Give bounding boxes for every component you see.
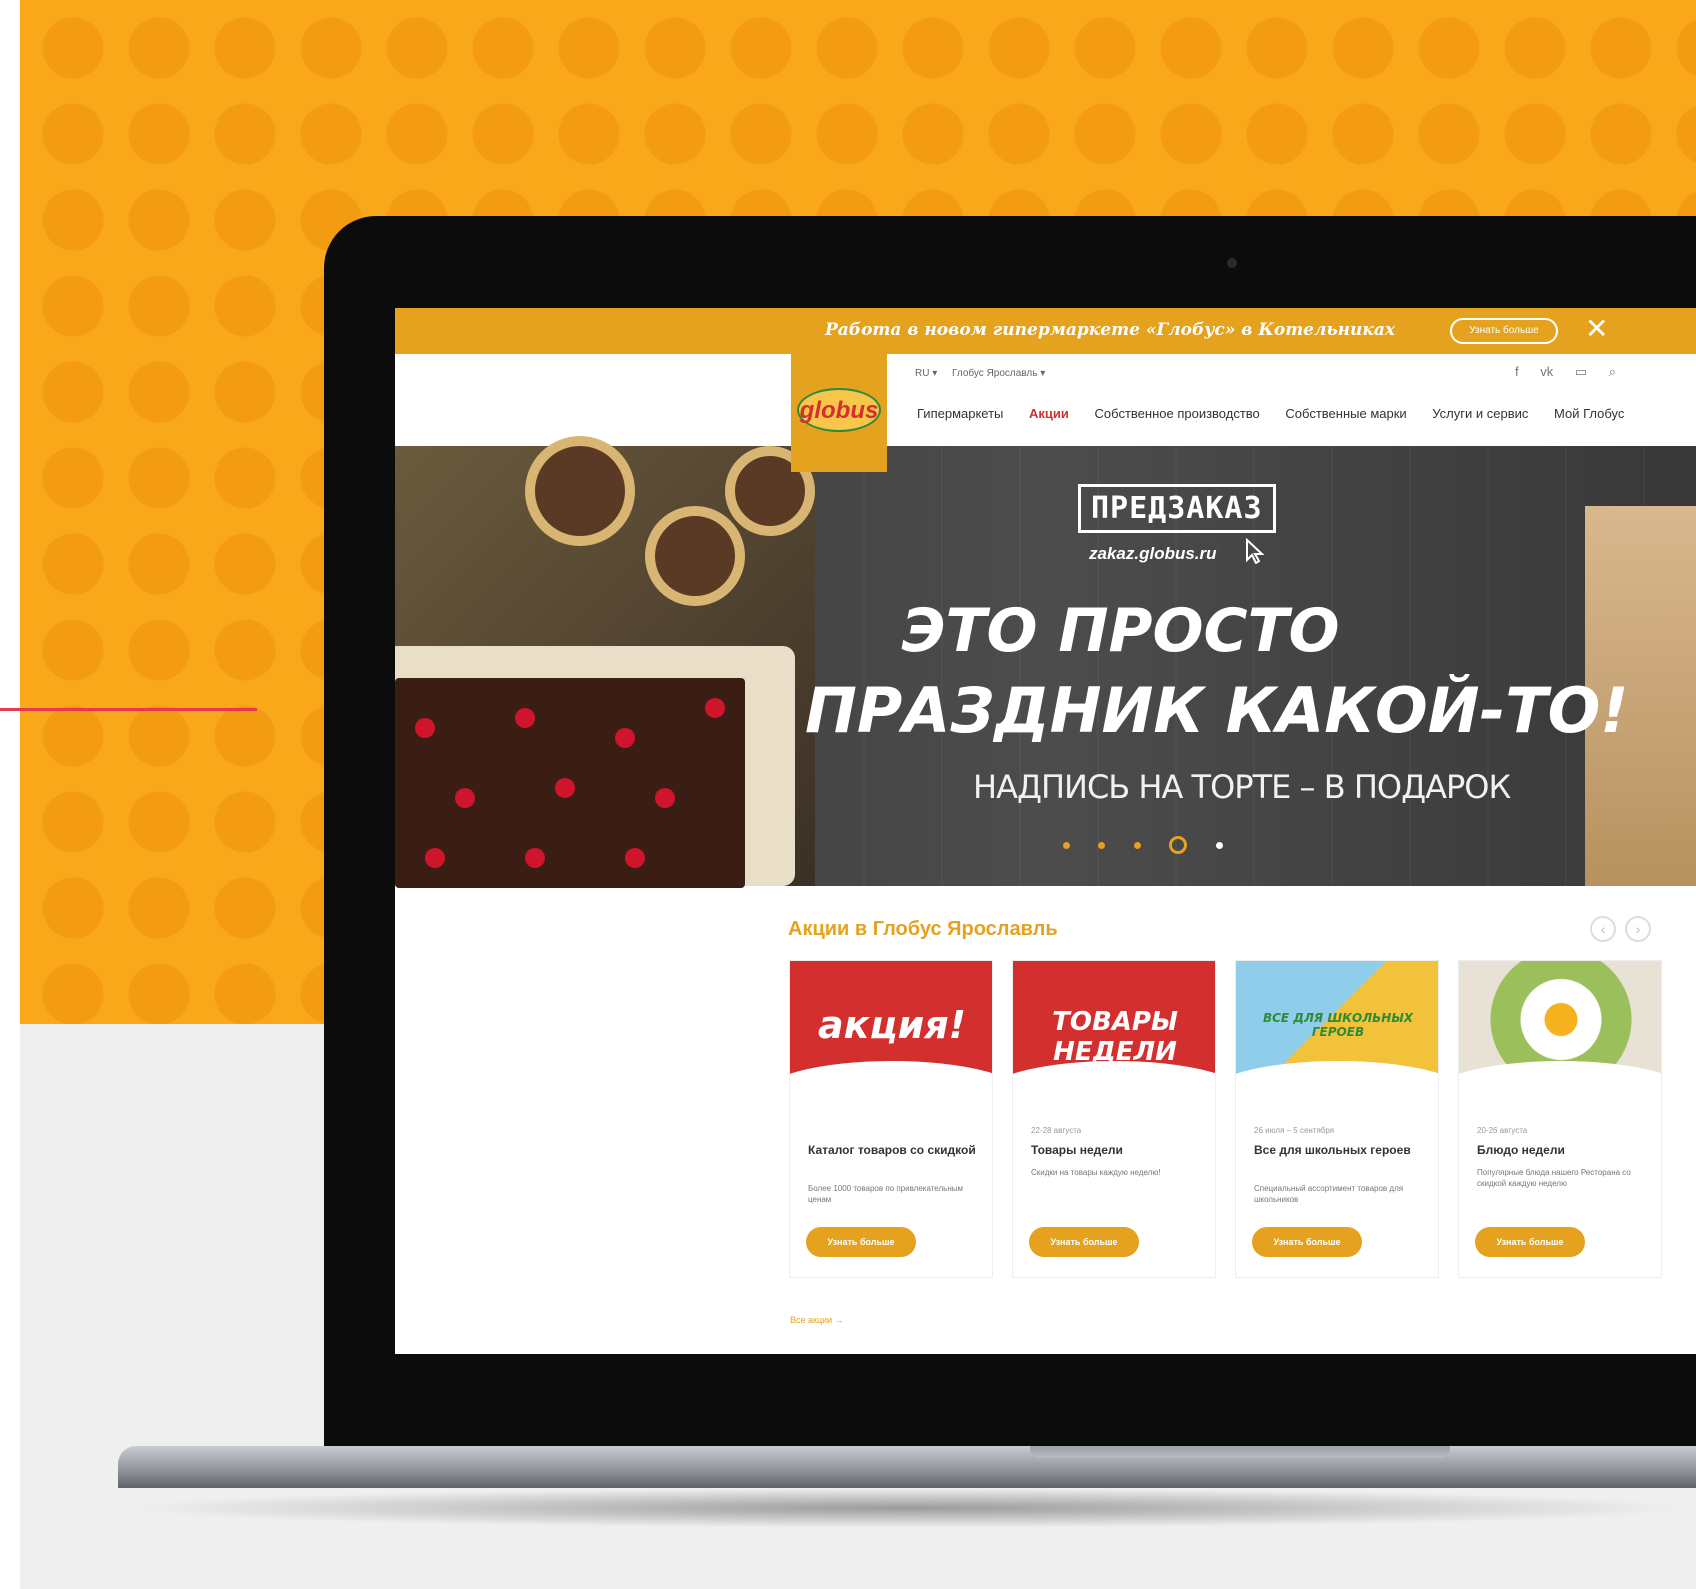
nav-item-services[interactable]: Услуги и сервис bbox=[1432, 406, 1528, 421]
announcement-bar: Работа в новом гипермаркете «Глобус» в К… bbox=[395, 308, 1696, 354]
nav-item-promotions[interactable]: Акции bbox=[1029, 406, 1069, 421]
promo-card-title: Товары недели bbox=[1031, 1143, 1123, 1157]
cherry-decoration bbox=[705, 698, 725, 718]
chocolate-cake-image bbox=[395, 678, 745, 888]
city-select[interactable]: Глобус Ярославль ▾ bbox=[952, 368, 1045, 379]
hero-banner[interactable]: ПРЕДЗАКАЗ zakaz.globus.ru ЭТО ПРОСТО ПРА… bbox=[395, 436, 1696, 888]
card-curve-shape bbox=[790, 1061, 992, 1131]
camera-icon bbox=[1227, 258, 1237, 268]
slider-dot[interactable] bbox=[1063, 841, 1070, 849]
promo-card-title: Все для школьных героев bbox=[1254, 1143, 1411, 1157]
facebook-icon[interactable]: f bbox=[1515, 364, 1519, 379]
close-icon[interactable]: ✕ bbox=[1585, 314, 1608, 344]
website-screen: Работа в новом гипермаркете «Глобус» в К… bbox=[395, 308, 1696, 1354]
next-arrow-icon[interactable]: › bbox=[1625, 916, 1651, 942]
promo-card[interactable]: ВСЕ ДЛЯ ШКОЛЬНЫХ ГЕРОЕВ 26 июля – 5 сент… bbox=[1235, 960, 1439, 1278]
red-accent-line bbox=[0, 708, 257, 711]
announcement-button[interactable]: Узнать больше bbox=[1450, 318, 1558, 344]
prev-arrow-icon[interactable]: ‹ bbox=[1590, 916, 1616, 942]
promo-badge-text: ВСЕ ДЛЯ ШКОЛЬНЫХ ГЕРОЕВ bbox=[1262, 1011, 1414, 1039]
promo-card-date: 20-26 августа bbox=[1477, 1126, 1528, 1135]
logo-text: globus bbox=[799, 397, 879, 424]
learn-more-button[interactable]: Узнать больше bbox=[1475, 1227, 1585, 1257]
promo-card-title: Блюдо недели bbox=[1477, 1143, 1565, 1157]
cherry-decoration bbox=[525, 848, 545, 868]
cursor-icon bbox=[1246, 538, 1265, 564]
slider-dot[interactable] bbox=[1215, 841, 1223, 849]
cherry-decoration bbox=[615, 728, 635, 748]
coffee-cup-image bbox=[645, 506, 745, 606]
promo-card[interactable]: ТОВАРЫ НЕДЕЛИ 22-28 августа Товары недел… bbox=[1012, 960, 1216, 1278]
cherry-decoration bbox=[625, 848, 645, 868]
nav-item-hypermarkets[interactable]: Гипермаркеты bbox=[917, 406, 1003, 421]
youtube-icon[interactable]: ▭ bbox=[1575, 364, 1587, 379]
language-select[interactable]: RU ▾ bbox=[915, 368, 937, 379]
learn-more-button[interactable]: Узнать больше bbox=[1029, 1227, 1139, 1257]
slider-dot[interactable] bbox=[1133, 841, 1141, 849]
slider-dot[interactable] bbox=[1098, 841, 1106, 849]
nav-item-own-brands[interactable]: Собственные марки bbox=[1285, 406, 1406, 421]
hero-headline-line2: ПРАЗДНИК КАКОЙ-ТО! bbox=[805, 674, 1629, 747]
slider-dot-active[interactable] bbox=[1169, 836, 1188, 854]
promo-card-desc: Популярные блюда нашего Ресторана со ски… bbox=[1477, 1168, 1631, 1188]
laptop-base bbox=[118, 1446, 1696, 1488]
promo-badge-text: ТОВАРЫ НЕДЕЛИ bbox=[1052, 1007, 1178, 1067]
coffee-cup-image bbox=[525, 436, 635, 546]
cherry-decoration bbox=[655, 788, 675, 808]
utility-links: RU ▾ Глобус Ярославль ▾ bbox=[915, 368, 1057, 379]
nav-item-own-production[interactable]: Собственное производство bbox=[1095, 406, 1260, 421]
globus-logo[interactable]: globus bbox=[791, 354, 887, 472]
announcement-text: Работа в новом гипермаркете «Глобус» в К… bbox=[825, 320, 1396, 340]
card-curve-shape bbox=[1013, 1061, 1215, 1131]
search-icon[interactable]: ⌕ bbox=[1609, 364, 1616, 379]
cherry-decoration bbox=[455, 788, 475, 808]
preorder-badge: ПРЕДЗАКАЗ bbox=[1078, 484, 1276, 533]
card-curve-shape bbox=[1459, 1061, 1661, 1131]
card-curve-shape bbox=[1236, 1061, 1438, 1131]
laptop-notch bbox=[1030, 1446, 1450, 1458]
promo-card[interactable]: акция! Каталог товаров со скидкой Более … bbox=[789, 960, 993, 1278]
cherry-decoration bbox=[555, 778, 575, 798]
promo-card-desc: Специальный ассортимент товаров для школ… bbox=[1254, 1184, 1404, 1204]
preorder-url: zakaz.globus.ru bbox=[1089, 544, 1217, 563]
promotions-title: Акции в Глобус Ярославль bbox=[788, 918, 1058, 940]
cherry-decoration bbox=[515, 708, 535, 728]
learn-more-button[interactable]: Узнать больше bbox=[806, 1227, 916, 1257]
laptop-shadow bbox=[120, 1488, 1696, 1528]
promo-badge-text: акция! bbox=[818, 1003, 966, 1047]
promo-card-title: Каталог товаров со скидкой bbox=[808, 1143, 976, 1157]
all-promotions-link[interactable]: Все акции → bbox=[790, 1315, 844, 1325]
hero-headline-line1: ЭТО ПРОСТО bbox=[901, 596, 1340, 666]
promo-card-date: 22-28 августа bbox=[1031, 1126, 1082, 1135]
learn-more-button[interactable]: Узнать больше bbox=[1252, 1227, 1362, 1257]
social-icons: f vk ▭ ⌕ bbox=[1515, 364, 1634, 380]
main-nav: Гипермаркеты Акции Собственное производс… bbox=[917, 406, 1646, 421]
promo-card[interactable]: 20-26 августа Блюдо недели Популярные бл… bbox=[1458, 960, 1662, 1278]
hero-subtitle: НАДПИСЬ НА ТОРТЕ – В ПОДАРОК bbox=[973, 768, 1511, 806]
cherry-decoration bbox=[425, 848, 445, 868]
slider-dots bbox=[1063, 836, 1247, 854]
promo-card-date: 26 июля – 5 сентября bbox=[1254, 1126, 1335, 1135]
nav-item-my-globus[interactable]: Мой Глобус bbox=[1554, 406, 1624, 421]
promo-card-desc: Более 1000 товаров по привлекательным це… bbox=[808, 1184, 963, 1204]
cherry-decoration bbox=[415, 718, 435, 738]
vk-icon[interactable]: vk bbox=[1540, 364, 1553, 379]
promo-card-desc: Скидки на товары каждую неделю! bbox=[1031, 1168, 1161, 1177]
